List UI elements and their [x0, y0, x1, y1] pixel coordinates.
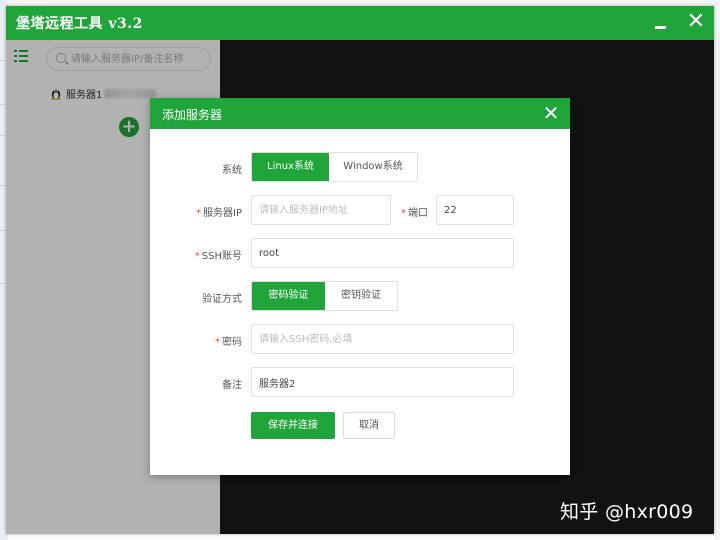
- title-bar[interactable]: 堡塔远程工具 v3.2 ✕: [6, 6, 714, 40]
- dialog-title: 添加服务器: [162, 108, 223, 122]
- add-server-button[interactable]: +: [119, 117, 139, 137]
- server-list-item[interactable]: 服务器1: [50, 84, 157, 102]
- add-server-dialog: 添加服务器 ✕ 系统 Linux系统 Window系统 *服务器IP *端口 *…: [150, 98, 570, 475]
- minimize-button[interactable]: [652, 15, 670, 33]
- ssh-account-field: [251, 238, 514, 268]
- password-input[interactable]: [252, 325, 513, 353]
- port-input[interactable]: [437, 196, 513, 224]
- linux-penguin-icon: [51, 89, 61, 100]
- cancel-button[interactable]: 取消: [343, 412, 395, 439]
- search-icon: [56, 53, 66, 63]
- server-list-item-name: 服务器1: [66, 89, 103, 101]
- auth-method-label: 验证方式: [202, 294, 242, 305]
- window-close-button[interactable]: ✕: [686, 11, 706, 33]
- password-auth-option[interactable]: 密码验证: [252, 282, 325, 310]
- note-input[interactable]: [252, 368, 513, 396]
- system-toggle: Linux系统 Window系统: [251, 152, 418, 182]
- linux-system-option[interactable]: Linux系统: [252, 153, 329, 181]
- server-search: [46, 47, 211, 71]
- port-label: * 端口: [401, 208, 428, 219]
- note-field: [251, 367, 514, 397]
- auth-method-toggle: 密码验证 密钥验证: [251, 281, 398, 311]
- list-menu-icon[interactable]: [14, 50, 28, 62]
- save-and-connect-button[interactable]: 保存并连接: [251, 412, 335, 439]
- window-title: 堡塔远程工具 v3.2: [16, 16, 143, 32]
- zhihu-watermark: 知乎 @hxr009: [560, 501, 694, 523]
- port-field: [436, 195, 514, 225]
- server-ip-input[interactable]: [252, 196, 390, 224]
- dialog-close-button[interactable]: ✕: [540, 102, 562, 124]
- ssh-account-input[interactable]: [252, 239, 513, 267]
- key-auth-option[interactable]: 密钥验证: [325, 282, 397, 310]
- desktop-background-right: [714, 0, 720, 540]
- note-label: 备注: [222, 380, 242, 391]
- windows-system-option[interactable]: Window系统: [329, 153, 417, 181]
- blurred-server-address: [104, 88, 157, 98]
- password-label: * 密码: [215, 337, 242, 348]
- password-field: [251, 324, 514, 354]
- system-label: 系统: [222, 165, 242, 176]
- server-search-input[interactable]: [71, 51, 207, 67]
- dialog-header: 添加服务器 ✕: [150, 98, 570, 129]
- ssh-account-label: * SSH账号: [194, 251, 242, 262]
- server-ip-field: [251, 195, 391, 225]
- server-ip-label: * 服务器IP: [196, 208, 242, 219]
